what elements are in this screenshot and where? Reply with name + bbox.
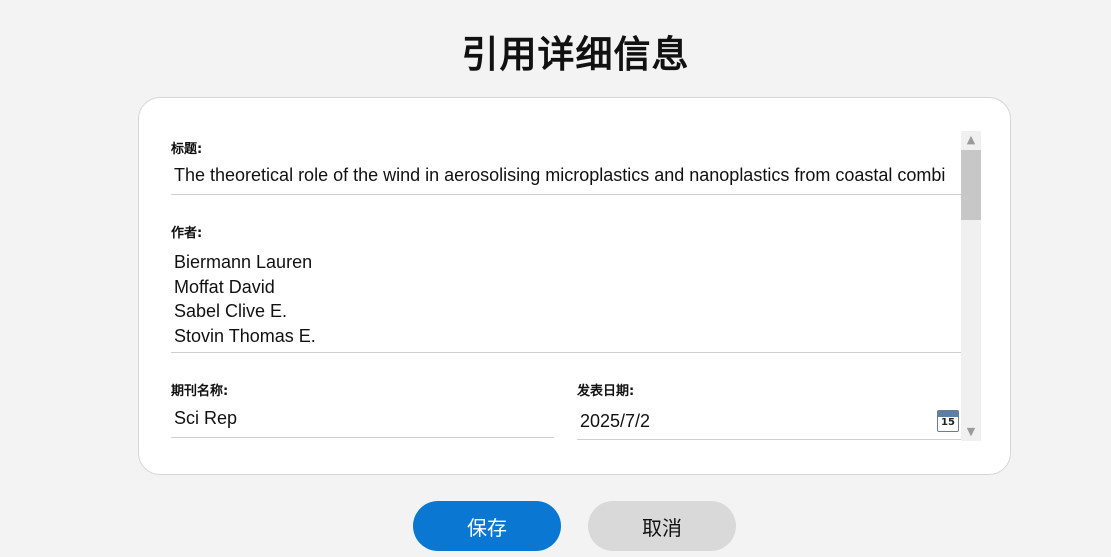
journal-label: 期刊名称: [171, 384, 229, 399]
date-label: 发表日期: [577, 384, 635, 399]
author-item: Stovin Thomas E. [174, 325, 316, 346]
cancel-button[interactable]: 取消 [588, 501, 736, 551]
journal-field[interactable]: Sci Rep [171, 405, 554, 438]
citation-details-card: 标题: The theoretical role of the wind in … [138, 97, 1011, 475]
authors-field[interactable]: Biermann Lauren Moffat David Sabel Clive… [171, 245, 961, 353]
calendar-icon[interactable]: 15 [937, 410, 959, 432]
chevron-down-icon[interactable]: ▼ [961, 423, 981, 441]
page-title: 引用详细信息 [461, 33, 690, 76]
date-picker[interactable]: 2025/7/2 15 [577, 403, 961, 440]
author-item: Moffat David [174, 276, 275, 297]
authors-label: 作者: [171, 226, 203, 241]
title-field[interactable]: The theoretical role of the wind in aero… [171, 162, 961, 195]
vertical-scrollbar[interactable]: ▲ ▼ [961, 131, 981, 441]
citation-form: 标题: The theoretical role of the wind in … [139, 98, 981, 474]
save-button[interactable]: 保存 [413, 501, 561, 551]
author-item: Biermann Lauren [174, 252, 313, 272]
scroll-thumb[interactable] [961, 150, 981, 220]
title-label: 标题: [171, 142, 203, 157]
calendar-day: 15 [941, 417, 955, 428]
chevron-up-icon[interactable]: ▲ [961, 131, 981, 149]
author-item: Sabel Clive E. [174, 301, 288, 321]
date-value: 2025/7/2 [580, 410, 651, 431]
